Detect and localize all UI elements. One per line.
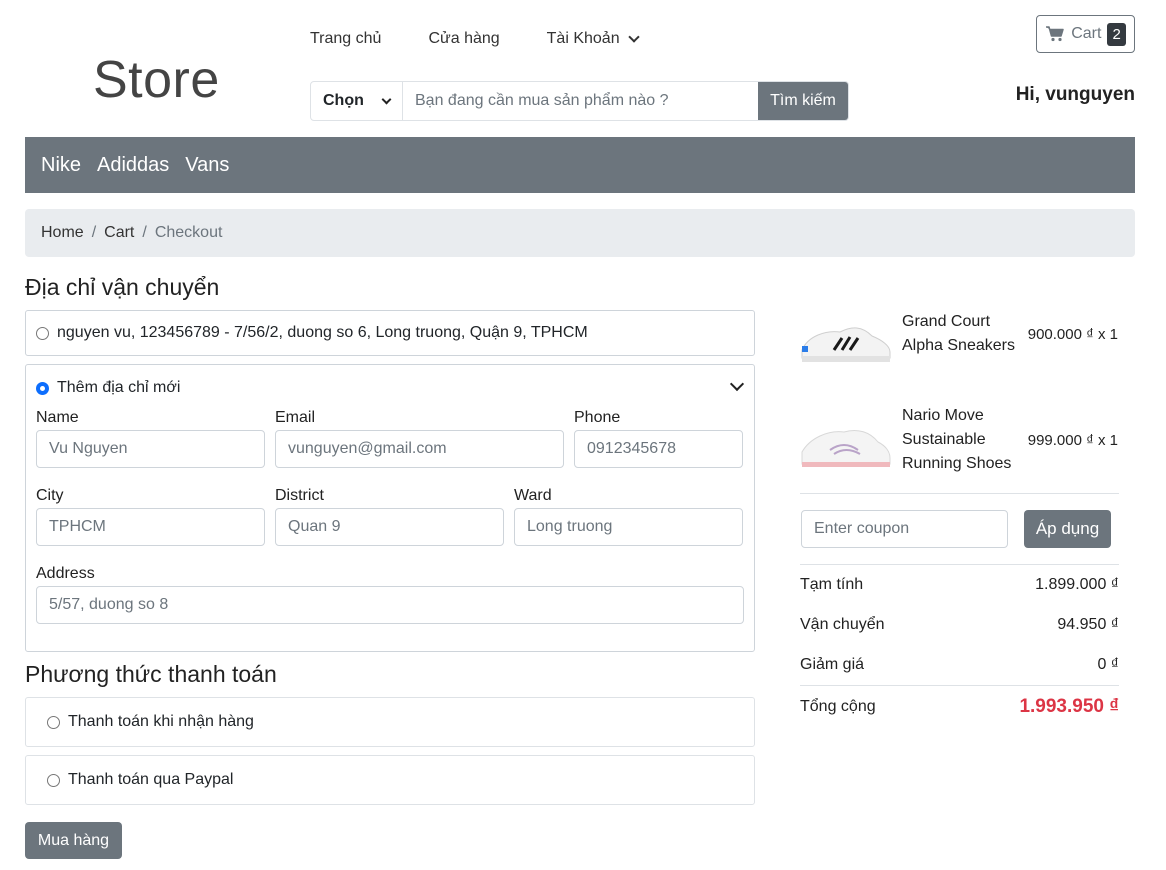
- email-field-group: Email vunguyen@gmail.com: [275, 409, 564, 468]
- new-address-label: Thêm địa chỉ mới: [57, 379, 181, 396]
- divider: [800, 685, 1119, 686]
- coupon-input[interactable]: Enter coupon: [801, 510, 1008, 548]
- shipping-fee-row: Vận chuyển 94.950 ₫: [800, 616, 1119, 634]
- discount-label: Giảm giá: [800, 656, 865, 673]
- new-address-option[interactable]: Thêm địa chỉ mới: [36, 379, 180, 397]
- cart-button[interactable]: Cart 2: [1036, 15, 1135, 53]
- shipping-fee-value: 94.950 ₫: [1057, 616, 1119, 633]
- shipping-title: Địa chỉ vận chuyển: [25, 274, 220, 300]
- ward-label: Ward: [514, 487, 552, 504]
- total-label: Tổng cộng: [800, 698, 876, 715]
- breadcrumb-cart[interactable]: Cart: [104, 224, 134, 242]
- address-label: Address: [36, 565, 95, 582]
- payment-option-cod[interactable]: Thanh toán khi nhận hàng: [25, 697, 755, 747]
- search-input[interactable]: Bạn đang cần mua sản phẩm nào ?: [403, 82, 758, 120]
- phone-label: Phone: [574, 409, 621, 426]
- nav-home[interactable]: Trang chủ: [310, 30, 381, 48]
- district-label: District: [275, 487, 324, 504]
- search-button[interactable]: Tìm kiếm: [758, 82, 848, 120]
- total-row: Tổng cộng 1.993.950 ₫: [800, 696, 1119, 718]
- payment-option-cod-label: Thanh toán khi nhận hàng: [68, 713, 254, 730]
- cart-label: Cart: [1071, 25, 1102, 42]
- nav-account-label: Tài Khoản: [546, 30, 620, 47]
- city-label: City: [36, 487, 64, 504]
- total-value: 1.993.950 ₫: [1019, 696, 1119, 717]
- phone-input[interactable]: 0912345678: [574, 430, 743, 468]
- nav-shop-label: Cửa hàng: [428, 30, 500, 47]
- top-nav: Trang chủ Cửa hàng Tài Khoản: [310, 30, 685, 48]
- name-label: Name: [36, 409, 79, 426]
- product-image: [801, 429, 891, 467]
- phone-field-group: Phone 0912345678: [574, 409, 743, 468]
- radio-button[interactable]: [47, 715, 60, 729]
- category-bar: Nike Adiddas Vans: [25, 137, 1135, 193]
- subtotal-label: Tạm tính: [800, 576, 864, 593]
- search-bar: Chọn Bạn đang cần mua sản phẩm nào ? Tìm…: [310, 81, 849, 121]
- category-link-vans[interactable]: Vans: [185, 154, 229, 177]
- order-item-price: 900.000 ₫ x 1: [1027, 326, 1118, 343]
- payment-option-paypal-label: Thanh toán qua Paypal: [68, 771, 234, 788]
- order-item-name: Nario Move Sustainable Running Shoes: [902, 407, 1012, 472]
- discount-value: 0 ₫: [1097, 656, 1119, 673]
- payment-option-paypal[interactable]: Thanh toán qua Paypal: [25, 755, 755, 805]
- saved-address-option[interactable]: nguyen vu, 123456789 - 7/56/2, duong so …: [25, 310, 755, 356]
- name-input[interactable]: Vu Nguyen: [36, 430, 265, 468]
- district-input[interactable]: Quan 9: [275, 508, 504, 546]
- product-image: [801, 327, 891, 362]
- ward-field-group: Ward Long truong: [514, 487, 743, 546]
- new-address-panel: Thêm địa chỉ mới Name Vu Nguyen Email vu…: [25, 364, 755, 652]
- category-link-adiddas[interactable]: Adiddas: [97, 154, 169, 177]
- chevron-down-icon: [627, 30, 640, 43]
- payment-title: Phương thức thanh toán: [25, 661, 277, 687]
- breadcrumb-separator: /: [91, 224, 97, 241]
- store-logo[interactable]: Store: [93, 50, 220, 110]
- category-link-nike[interactable]: Nike: [41, 154, 81, 177]
- order-item-name: Grand Court Alpha Sneakers: [902, 313, 1015, 354]
- radio-button[interactable]: [36, 326, 49, 340]
- city-field-group: City TPHCM: [36, 487, 265, 546]
- address-field-group: Address 5/57, duong so 8: [36, 565, 744, 624]
- email-input[interactable]: vunguyen@gmail.com: [275, 430, 564, 468]
- district-field-group: District Quan 9: [275, 487, 504, 546]
- chevron-down-icon[interactable]: [729, 376, 745, 392]
- address-input[interactable]: 5/57, duong so 8: [36, 586, 744, 624]
- saved-address-text: nguyen vu, 123456789 - 7/56/2, duong so …: [57, 324, 588, 341]
- order-item-price: 999.000 ₫ x 1: [1027, 432, 1118, 449]
- nav-home-label: Trang chủ: [310, 30, 382, 47]
- cart-count-badge: 2: [1107, 22, 1126, 46]
- order-item: Nario Move Sustainable Running Shoes 999…: [800, 404, 1120, 480]
- breadcrumb-checkout: Checkout: [154, 224, 223, 241]
- order-item: Grand Court Alpha Sneakers 900.000 ₫ x 1: [800, 310, 1120, 370]
- shipping-fee-label: Vận chuyển: [800, 616, 885, 633]
- category-select[interactable]: Chọn: [311, 82, 403, 120]
- email-label: Email: [275, 409, 316, 426]
- chevron-down-icon: [381, 94, 392, 104]
- divider: [800, 564, 1119, 565]
- nav-shop[interactable]: Cửa hàng: [428, 30, 499, 48]
- subtotal-row: Tạm tính 1.899.000 ₫: [800, 576, 1119, 594]
- breadcrumb-separator: /: [142, 224, 147, 241]
- breadcrumb: Home / Cart / Checkout: [25, 209, 1135, 257]
- name-field-group: Name Vu Nguyen: [36, 409, 265, 468]
- breadcrumb-home[interactable]: Home: [41, 224, 84, 242]
- divider: [800, 493, 1119, 494]
- city-input[interactable]: TPHCM: [36, 508, 265, 546]
- purchase-button[interactable]: Mua hàng: [25, 822, 122, 859]
- radio-button[interactable]: [47, 773, 60, 787]
- subtotal-value: 1.899.000 ₫: [1035, 576, 1119, 593]
- category-select-label: Chọn: [323, 92, 364, 109]
- radio-button-selected[interactable]: [36, 381, 49, 395]
- nav-account-dropdown[interactable]: Tài Khoản: [546, 30, 640, 48]
- ward-input[interactable]: Long truong: [514, 508, 743, 546]
- cart-icon: [1046, 26, 1064, 42]
- apply-coupon-button[interactable]: Áp dụng: [1024, 510, 1111, 548]
- user-greeting[interactable]: Hi, vunguyen: [1016, 84, 1135, 106]
- discount-row: Giảm giá 0 ₫: [800, 656, 1119, 674]
